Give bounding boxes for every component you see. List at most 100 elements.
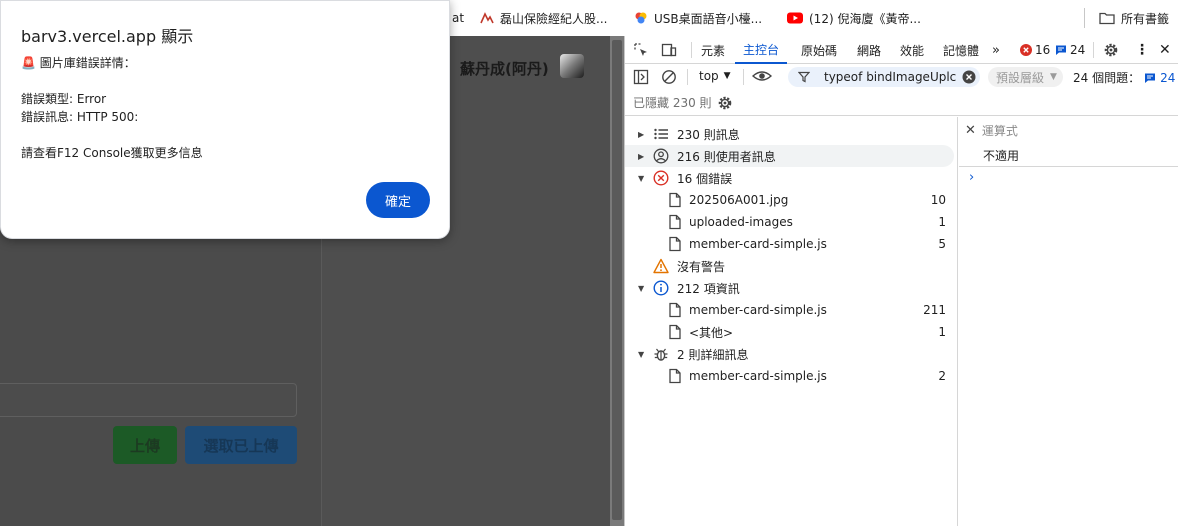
ok-button[interactable]: 確定	[366, 182, 430, 218]
settings-gear-icon[interactable]	[1103, 36, 1119, 64]
folder-icon	[1099, 12, 1115, 25]
sidebar-item-messages[interactable]: ▶ 230 則訊息	[625, 123, 958, 145]
tab-memory[interactable]: 記憶體	[943, 36, 979, 64]
sidebar-item-info[interactable]: ▼ 212 項資訊	[625, 277, 958, 299]
sidebar-item-user-messages[interactable]: ▶ 216 則使用者訊息	[625, 145, 954, 167]
sidebar-item-label: 212 項資訊	[677, 281, 740, 296]
page-scrollbar-thumb[interactable]	[612, 40, 622, 520]
clear-filter-icon[interactable]	[962, 70, 976, 84]
remove-expression-icon[interactable]: ✕	[965, 123, 976, 138]
sidebar-toggle-icon[interactable]	[633, 69, 649, 88]
levels-label: 預設層級	[996, 70, 1045, 85]
bookmark-label: USB桌面語音小檯...	[654, 11, 763, 26]
sidebar-info-file[interactable]: member-card-simple.js 211	[625, 299, 958, 321]
context-selector[interactable]: top ▼	[699, 69, 731, 83]
sidebar-error-file[interactable]: member-card-simple.js 5	[625, 233, 958, 255]
bookmark-item[interactable]: USB桌面語音小檯...	[634, 0, 762, 36]
file-count: 211	[923, 303, 946, 317]
dialog-title: barv3.vercel.app 顯示	[21, 27, 194, 46]
tab-sources[interactable]: 原始碼	[801, 36, 837, 64]
dropdown-arrow-icon: ▼	[1050, 72, 1057, 82]
sidebar-error-file[interactable]: 202506A001.jpg 10	[625, 189, 958, 211]
file-input[interactable]	[0, 383, 297, 417]
devtools-tab-bar: 元素 主控台 原始碼 網路 效能 記憶體 » 16 24 ⋮ ✕	[625, 36, 1178, 64]
collapse-arrow-icon[interactable]: ▼	[638, 174, 644, 183]
error-counter[interactable]: 16	[1020, 36, 1050, 64]
sidebar-item-warnings[interactable]: 沒有警告	[625, 255, 958, 277]
expression-label[interactable]: 運算式	[982, 122, 1018, 139]
bookmark-item[interactable]: (12) 倪海廈《黃帝...	[787, 0, 921, 36]
sidebar-info-file[interactable]: <其他> 1	[625, 321, 958, 343]
error-icon	[1020, 44, 1032, 56]
live-expression-header: ✕ 運算式	[965, 122, 1018, 139]
console-prompt-icon[interactable]: ›	[969, 170, 974, 185]
expand-arrow-icon[interactable]: ▶	[638, 130, 644, 139]
more-tabs-icon[interactable]: »	[992, 36, 1000, 64]
dialog-message: 🚨 圖片庫錯誤詳情： 錯誤類型: Error 錯誤訊息: HTTP 500: 請…	[21, 54, 203, 162]
upload-button[interactable]: 上傳	[113, 426, 177, 464]
choose-uploaded-button[interactable]: 選取已上傳	[185, 426, 297, 464]
inspect-element-icon[interactable]	[633, 36, 649, 64]
avatar	[560, 54, 584, 78]
device-toolbar-icon[interactable]	[661, 36, 677, 64]
file-icon	[669, 324, 681, 340]
error-count: 16	[1035, 43, 1051, 57]
issues-link[interactable]: 24 個問題： 24	[1073, 69, 1175, 86]
file-name: member-card-simple.js	[689, 369, 827, 383]
collapse-arrow-icon[interactable]: ▼	[638, 284, 644, 293]
expression-value: 不適用	[983, 149, 1020, 163]
user-name: 蘇丹成(阿丹)	[460, 60, 549, 78]
file-icon	[669, 302, 681, 318]
file-name: member-card-simple.js	[689, 237, 827, 251]
clear-console-icon[interactable]	[661, 69, 677, 88]
sidebar-item-label: 230 則訊息	[677, 127, 740, 142]
file-count: 5	[938, 237, 946, 251]
dialog-line: 錯誤訊息: HTTP 500:	[21, 110, 139, 124]
youtube-icon	[787, 12, 803, 24]
colorful-logo-icon	[635, 12, 647, 24]
tab-elements[interactable]: 元素	[701, 36, 725, 64]
toolbar-divider	[743, 69, 744, 85]
bookmark-label: 磊山保險經紀人股...	[500, 11, 608, 26]
issues-label: 24 個問題：	[1073, 71, 1141, 85]
dialog-line: 請查看F12 Console獲取更多信息	[21, 146, 203, 160]
file-icon	[669, 236, 681, 252]
sidebar-verbose-file[interactable]: member-card-simple.js 2	[625, 365, 958, 387]
bookmarks-divider	[1084, 8, 1085, 28]
hidden-messages-label: 已隱藏 230 則	[633, 96, 712, 110]
bookmark-item[interactable]: at	[452, 0, 464, 36]
sidebar-item-verbose[interactable]: ▼ 2 則詳細訊息	[625, 343, 958, 365]
file-icon	[669, 214, 681, 230]
sidebar-item-label: 216 則使用者訊息	[677, 149, 776, 164]
error-circle-icon	[653, 170, 669, 186]
file-icon	[669, 368, 681, 384]
tab-console[interactable]: 主控台	[735, 36, 788, 64]
list-icon	[654, 128, 668, 140]
live-expression-eye-icon[interactable]	[751, 68, 773, 87]
sidebar-error-file[interactable]: uploaded-images 1	[625, 211, 958, 233]
collapse-arrow-icon[interactable]: ▼	[638, 350, 644, 359]
issues-counter[interactable]: 24	[1055, 36, 1085, 64]
expand-arrow-icon[interactable]: ▶	[638, 152, 644, 161]
log-levels-dropdown[interactable]: 預設層級 ▼	[988, 67, 1063, 87]
tab-performance[interactable]: 效能	[900, 36, 924, 64]
tab-network[interactable]: 網路	[857, 36, 881, 64]
alert-dialog: barv3.vercel.app 顯示 🚨 圖片庫錯誤詳情： 錯誤類型: Err…	[0, 0, 450, 239]
file-name: member-card-simple.js	[689, 303, 827, 317]
console-filter-input[interactable]: typeof bindImageUplc	[788, 67, 980, 87]
filter-icon	[798, 71, 810, 83]
issue-icon	[1145, 73, 1156, 83]
context-label: top	[699, 69, 719, 83]
issue-count: 24	[1070, 43, 1086, 57]
dialog-line: 錯誤類型: Error	[21, 92, 107, 106]
close-devtools-icon[interactable]: ✕	[1159, 36, 1171, 64]
all-bookmarks-button[interactable]: 所有書籤	[1099, 0, 1169, 36]
more-options-icon[interactable]: ⋮	[1135, 36, 1149, 64]
dialog-line: 🚨 圖片庫錯誤詳情：	[21, 56, 136, 70]
console-settings-gear-icon[interactable]	[717, 95, 733, 111]
dropdown-arrow-icon: ▼	[723, 71, 731, 81]
sidebar-item-errors[interactable]: ▼ 16 個錯誤	[625, 167, 958, 189]
bookmark-item[interactable]: 磊山保險經紀人股...	[480, 0, 607, 36]
issue-icon	[1056, 45, 1066, 55]
ok-button-label: 確定	[384, 194, 411, 210]
